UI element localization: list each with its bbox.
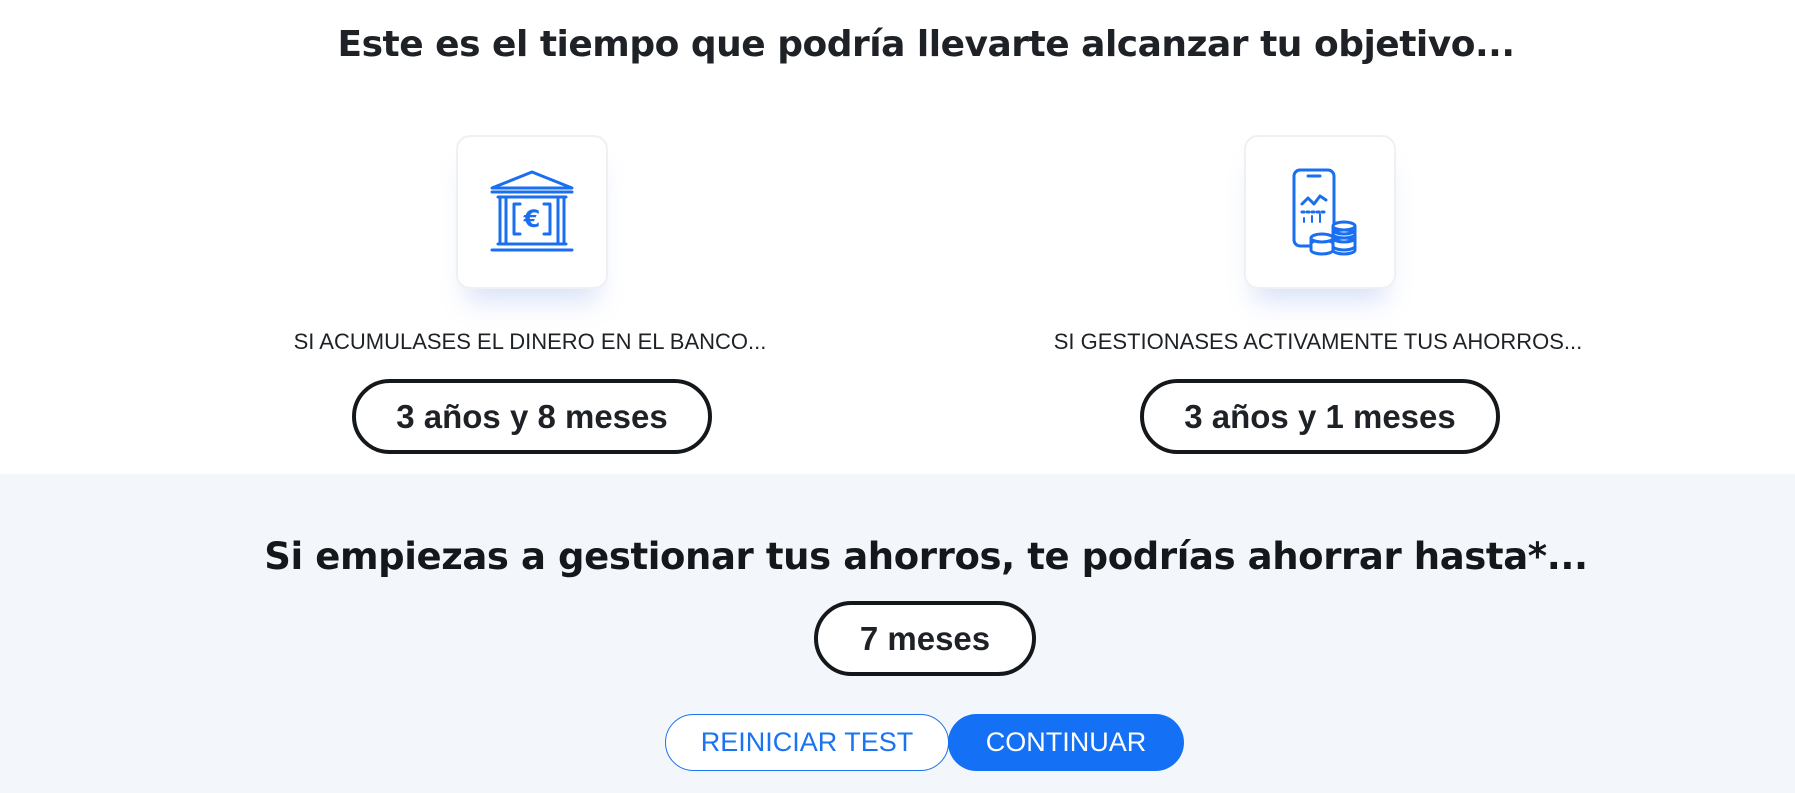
option-label-active-savings: SI GESTIONASES ACTIVAMENTE TUS AHORROS..… xyxy=(1053,329,1583,354)
savings-value: 7 meses xyxy=(814,601,1036,676)
continue-button[interactable]: CONTINUAR xyxy=(948,714,1184,771)
page: Este es el tiempo que podría llevarte al… xyxy=(0,0,1795,793)
option-active-savings: SI GESTIONASES ACTIVAMENTE TUS AHORROS..… xyxy=(968,135,1668,475)
duration-active-savings: 3 años y 1 meses xyxy=(1140,379,1500,454)
page-title: Este es el tiempo que podría llevarte al… xyxy=(337,24,1516,65)
restart-test-button[interactable]: REINICIAR TEST xyxy=(665,714,949,771)
duration-bank: 3 años y 8 meses xyxy=(352,379,712,454)
phone-chart-coins-icon xyxy=(1292,168,1357,256)
savings-heading: Si empiezas a gestionar tus ahorros, te … xyxy=(264,535,1588,578)
bank-euro-icon: € xyxy=(490,170,574,252)
svg-text:€: € xyxy=(523,205,541,233)
option-bank: € SI ACUMULASES EL DINERO EN EL BANCO...… xyxy=(180,135,880,475)
bank-icon-card: € xyxy=(456,135,608,289)
phone-icon-card xyxy=(1244,135,1396,289)
option-label-bank: SI ACUMULASES EL DINERO EN EL BANCO... xyxy=(293,329,767,354)
